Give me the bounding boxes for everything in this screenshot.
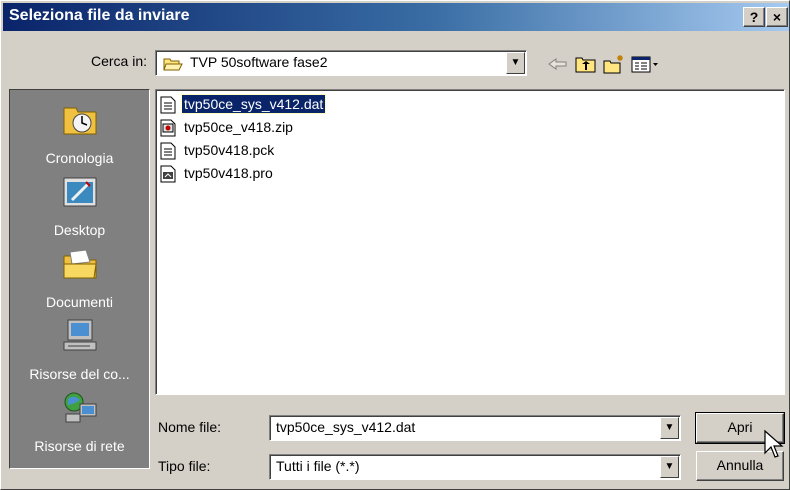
places-bar: Cronologia Desktop Documenti Risorse del… (9, 89, 150, 469)
chevron-down-icon[interactable]: ▼ (660, 456, 679, 478)
filetype-value: Tutti i file (*.*) (276, 458, 360, 474)
place-documents[interactable]: Documenti (10, 242, 149, 314)
file-name: tvp50v418.pro (184, 165, 273, 181)
look-in-label: Cerca in: (91, 53, 148, 69)
desktop-icon (63, 177, 96, 207)
my-computer-icon (63, 319, 96, 351)
network-places-icon (64, 392, 96, 423)
mouse-pointer-icon (764, 429, 784, 458)
history-icon (63, 107, 96, 135)
help-button[interactable]: ? (743, 7, 765, 27)
text-file-icon (160, 96, 176, 114)
place-label: Desktop (53, 222, 106, 238)
chevron-down-icon[interactable]: ▼ (506, 52, 525, 74)
place-label: Risorse del co... (29, 366, 130, 382)
file-name: tvp50v418.pck (184, 142, 275, 158)
place-desktop[interactable]: Desktop (10, 170, 149, 242)
text-file-icon (160, 142, 176, 160)
filename-input[interactable]: tvp50ce_sys_v412.dat ▼ (269, 415, 681, 441)
folder-open-icon (163, 58, 183, 71)
filetype-label: Tipo file: (158, 458, 211, 474)
place-label: Documenti (46, 294, 113, 310)
place-history[interactable]: Cronologia (10, 98, 149, 170)
view-menu-icon[interactable] (630, 54, 660, 74)
file-name: tvp50ce_v418.zip (184, 119, 293, 135)
filetype-dropdown[interactable]: Tutti i file (*.*) ▼ (269, 454, 681, 480)
place-network[interactable]: Risorse di rete (10, 386, 149, 458)
file-list[interactable]: tvp50ce_sys_v412.dat tvp50ce_v418.zip tv… (155, 89, 785, 395)
place-label: Risorse di rete (34, 438, 125, 454)
zip-archive-icon (160, 119, 176, 137)
place-my-computer[interactable]: Risorse del co... (10, 314, 149, 386)
up-folder-icon[interactable] (574, 54, 598, 74)
look-in-value: TVP 50software fase2 (190, 54, 328, 70)
file-name: tvp50ce_sys_v412.dat (180, 94, 327, 114)
filename-value: tvp50ce_sys_v412.dat (276, 419, 416, 435)
new-folder-icon[interactable] (602, 54, 626, 74)
filename-label: Nome file: (158, 419, 222, 435)
program-file-icon (160, 165, 176, 183)
close-button[interactable]: × (766, 7, 788, 27)
file-open-dialog: Seleziona file da inviare ? × Cerca in: … (0, 0, 790, 490)
back-icon[interactable] (546, 54, 570, 74)
look-in-dropdown[interactable]: TVP 50software fase2 ▼ (155, 50, 527, 76)
place-label: Cronologia (45, 150, 114, 166)
title-bar[interactable]: Seleziona file da inviare ? × (3, 3, 789, 31)
documents-folder-icon (63, 249, 97, 279)
window-title: Seleziona file da inviare (9, 7, 190, 24)
chevron-down-icon[interactable]: ▼ (660, 417, 679, 439)
